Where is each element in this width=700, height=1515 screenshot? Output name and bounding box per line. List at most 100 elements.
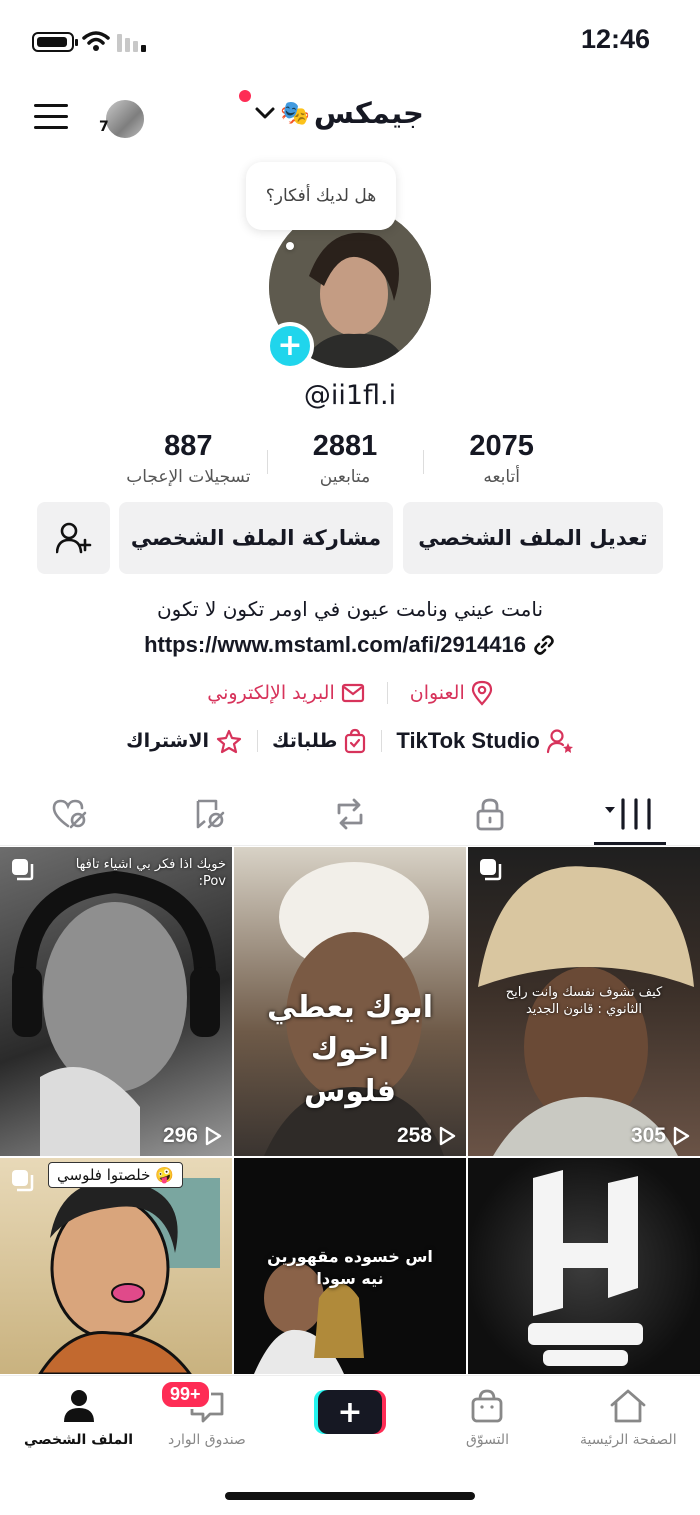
chevron-down-icon: [255, 107, 275, 119]
tab-reposts[interactable]: [280, 782, 420, 845]
video-thumbnail[interactable]: خلصتوا فلوسي 🤪: [0, 1158, 232, 1374]
nav-home-label: الصفحة الرئيسية: [580, 1432, 677, 1448]
profile-stats: 887 تسجيلات الإعجاب 2881 متابعين 2075 أت…: [110, 430, 580, 487]
orders-label: طلباتك: [272, 730, 338, 752]
tab-liked[interactable]: [0, 782, 140, 845]
play-icon: [205, 1126, 222, 1146]
lock-icon: [476, 798, 504, 830]
email-label: البريد الإلكتروني: [207, 682, 335, 704]
inbox-badge: 99+: [160, 1380, 211, 1409]
video-thumbnail[interactable]: اس خسوده مقهورين نيه سودا: [234, 1158, 466, 1374]
link-icon: [534, 635, 554, 655]
play-icon: [439, 1126, 456, 1146]
location-pin-icon: [471, 680, 492, 706]
avatar-count-badge: 7: [99, 119, 109, 135]
nav-profile[interactable]: الملف الشخصي: [24, 1388, 133, 1448]
view-count: 258: [397, 1124, 456, 1148]
subscription-label: الاشتراك: [126, 730, 210, 752]
tab-private[interactable]: [420, 782, 560, 845]
multi-photo-icon: [10, 1168, 36, 1198]
team-logo-art: [528, 1170, 643, 1366]
address-label: العنوان: [409, 682, 465, 704]
wifi-icon: [82, 31, 110, 51]
profile-handle: @ii1fl.i: [303, 380, 397, 411]
heart-eye-slash-icon: [52, 799, 87, 828]
mail-icon: [341, 683, 364, 703]
home-icon: [610, 1389, 646, 1423]
add-user-icon: [55, 522, 91, 554]
video-caption: خويك اذا فكر بي اشياء تافها :Pov: [75, 857, 226, 889]
profile-title: جيمكس: [313, 96, 424, 130]
bubble-tail-dot: [286, 242, 294, 250]
profile-bio: نامت عيني ونامت عيون في اومر تكون لا تكو…: [156, 597, 544, 621]
shopping-bag-check-icon: [345, 728, 366, 754]
nav-profile-label: الملف الشخصي: [24, 1432, 134, 1448]
title-emoji: 🎭: [280, 99, 310, 127]
tab-favorites[interactable]: [140, 782, 280, 845]
bookmark-eye-slash-icon: [196, 799, 225, 828]
cellular-signal-icon: [117, 34, 146, 52]
video-thumbnail[interactable]: ابوك يعطي اخوك فلوس 258: [234, 847, 466, 1156]
video-thumbnail[interactable]: [468, 1158, 700, 1374]
create-video-button[interactable]: +: [318, 1390, 382, 1434]
stat-label: متابعين: [319, 467, 371, 487]
account-switcher[interactable]: 🎭 جيمكس: [254, 96, 424, 130]
stat-likes[interactable]: 887 تسجيلات الإعجاب: [110, 430, 267, 487]
thumbnail-art: [12, 870, 220, 1156]
video-overlay-text: ابوك يعطي اخوك فلوس: [266, 990, 434, 1109]
nav-shop[interactable]: التسوّق: [466, 1388, 509, 1448]
bio-link-text: https://www.mstaml.com/afi/2914416: [144, 632, 526, 657]
edit-profile-button[interactable]: تعديل الملف الشخصي: [403, 502, 663, 574]
nav-shop-label: التسوّق: [466, 1432, 509, 1448]
add-story-button[interactable]: +: [266, 322, 314, 370]
home-indicator: [225, 1492, 475, 1500]
stat-label: تسجيلات الإعجاب: [126, 467, 251, 487]
stat-value: 887: [164, 430, 213, 462]
subscription-link[interactable]: الاشتراك: [126, 728, 243, 754]
view-count: 296: [163, 1124, 222, 1148]
play-icon: [673, 1126, 690, 1146]
tiktok-studio-link[interactable]: TikTok Studio: [396, 728, 573, 754]
view-count-value: 296: [162, 1124, 198, 1147]
subscription-star-icon: [216, 729, 242, 754]
stat-value: 2075: [469, 430, 534, 462]
thoughts-bubble[interactable]: هل لديك أفكار؟: [246, 162, 396, 230]
video-overlay-text: اس خسوده مقهورين نيه سودا: [267, 1247, 433, 1289]
orders-link[interactable]: طلباتك: [272, 728, 367, 754]
shopping-bag-icon: [472, 1389, 503, 1423]
repost-icon: [337, 798, 363, 829]
contact-row: البريد الإلكتروني العنوان: [0, 680, 700, 706]
video-thumbnail[interactable]: كيف تشوف نفسك وانت رايح الثانوي : قانون …: [468, 847, 700, 1156]
stat-following[interactable]: 2075 أتابعه: [423, 430, 580, 487]
video-grid: خويك اذا فكر بي اشياء تافها :Pov 296 ابو…: [0, 847, 700, 1374]
email-link[interactable]: البريد الإلكتروني: [207, 682, 365, 704]
tab-videos[interactable]: [560, 782, 700, 845]
profile-person-icon: [63, 1390, 94, 1422]
bio-link[interactable]: https://www.mstaml.com/afi/2914416: [0, 632, 700, 658]
stat-followers[interactable]: 2881 متابعين: [266, 430, 424, 487]
content-tabs: [0, 782, 700, 846]
account-switch-avatar[interactable]: [104, 98, 146, 140]
view-count: 305: [631, 1124, 690, 1148]
menu-icon[interactable]: [34, 104, 68, 130]
video-sticker-text: خلصتوا فلوسي 🤪: [48, 1162, 183, 1188]
stat-label: أتابعه: [483, 467, 521, 487]
tiktok-studio-label: TikTok Studio: [396, 728, 540, 753]
stat-value: 2881: [312, 430, 378, 462]
status-time: 12:46: [580, 24, 650, 54]
view-count-value: 305: [630, 1124, 666, 1147]
battery-icon: [32, 32, 78, 52]
video-thumbnail[interactable]: خويك اذا فكر بي اشياء تافها :Pov 296: [0, 847, 232, 1156]
view-count-value: 258: [396, 1124, 432, 1147]
add-friend-button[interactable]: [37, 502, 110, 574]
video-grid-icon: [605, 797, 651, 830]
notification-dot: [239, 90, 251, 102]
address-link[interactable]: العنوان: [410, 680, 493, 706]
nav-home[interactable]: الصفحة الرئيسية: [580, 1388, 677, 1448]
tools-row: الاشتراك طلباتك TikTok Studio: [0, 728, 700, 754]
multi-photo-icon: [478, 857, 504, 887]
share-profile-button[interactable]: مشاركة الملف الشخصي: [119, 502, 393, 574]
video-caption: كيف تشوف نفسك وانت رايح الثانوي : قانون …: [505, 985, 663, 1017]
studio-user-star-icon: [546, 729, 573, 754]
nav-inbox-label: صندوق الوارد: [168, 1432, 246, 1448]
